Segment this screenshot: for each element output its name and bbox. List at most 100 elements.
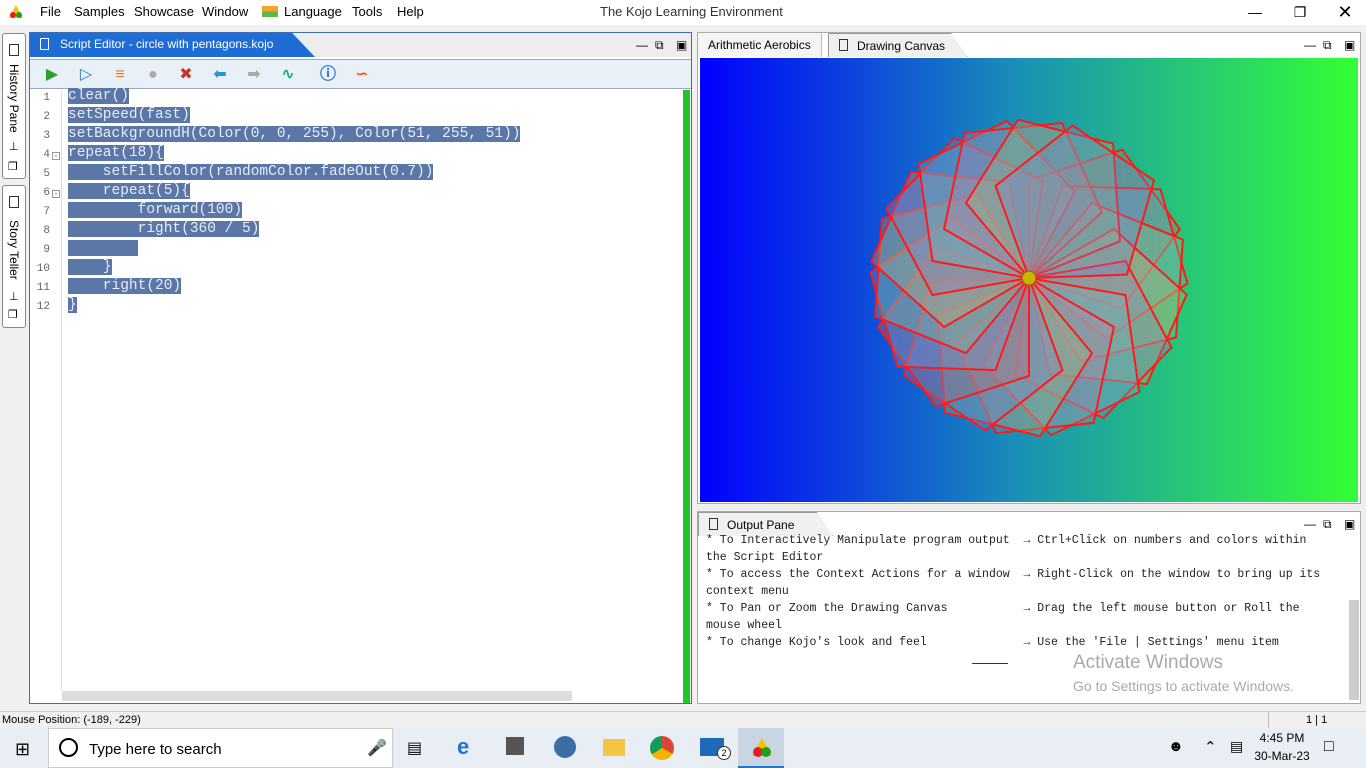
- page-icon: [9, 196, 19, 208]
- code-line[interactable]: repeat(5){: [68, 183, 190, 199]
- menu-file[interactable]: File: [40, 4, 61, 19]
- windows-start-icon[interactable]: ⊞: [15, 739, 30, 760]
- menu-window[interactable]: Window: [202, 4, 248, 19]
- code-line[interactable]: setSpeed(fast): [68, 107, 190, 123]
- redo-icon[interactable]: ➡: [244, 65, 264, 85]
- menu-tools[interactable]: Tools: [352, 4, 382, 19]
- code-line[interactable]: right(360 / 5): [68, 221, 260, 237]
- menu-showcase[interactable]: Showcase: [134, 4, 194, 19]
- chevron-up-icon[interactable]: ⌃: [1204, 738, 1217, 756]
- tab-drawing-canvas-label: Drawing Canvas: [857, 39, 946, 53]
- float-pane-icon[interactable]: ⧉: [1323, 38, 1332, 53]
- maximize-pane-icon[interactable]: ▣: [676, 38, 687, 52]
- task-view-icon[interactable]: ▤: [407, 738, 422, 758]
- mail-badge: 2: [717, 746, 731, 760]
- mouse-position: Mouse Position: (-189, -229): [2, 714, 141, 726]
- maximize-pane-icon[interactable]: ▣: [1344, 517, 1355, 531]
- output-pane: Output Pane — ⧉ ▣ * To Interactively Man…: [697, 511, 1361, 704]
- search-input[interactable]: Type here to search 🎤: [48, 728, 393, 768]
- close-button[interactable]: ✕: [1322, 0, 1366, 25]
- vertical-scrollbar[interactable]: [1349, 600, 1359, 700]
- line-number: 8: [43, 225, 50, 237]
- float-pane-icon[interactable]: ⧉: [655, 38, 664, 53]
- tab-script-editor[interactable]: Script Editor - circle with pentagons.ko…: [30, 33, 315, 57]
- undo-icon[interactable]: ⬅: [210, 65, 230, 85]
- menu-language[interactable]: Language: [284, 4, 342, 19]
- restore-icon[interactable]: ❐: [8, 160, 18, 173]
- code-line[interactable]: }: [68, 259, 112, 275]
- line-number: 2: [43, 111, 50, 123]
- tab-output-pane[interactable]: Output Pane: [698, 512, 833, 536]
- menu-samples[interactable]: Samples: [74, 4, 125, 19]
- taskbar: ⊞ Type here to search 🎤 ▤ e 2 ☻ ⌃ ▤ 4:45…: [0, 728, 1366, 768]
- output-line: the Script Editor: [706, 551, 824, 564]
- clock-date[interactable]: 30-Mar-23: [1250, 749, 1314, 763]
- step-icon[interactable]: ▷: [76, 65, 96, 85]
- minimize-pane-icon[interactable]: —: [636, 38, 648, 52]
- output-line: * To Pan or Zoom the Drawing Canvas → Dr…: [706, 602, 1300, 615]
- line-number: 10: [36, 263, 50, 275]
- script-editor: Script Editor - circle with pentagons.ko…: [29, 32, 692, 704]
- trace-icon[interactable]: ≡: [110, 65, 130, 85]
- history-pane-tab[interactable]: History Pane ⊥ ❐: [2, 33, 26, 179]
- window-title: The Kojo Learning Environment: [600, 4, 783, 19]
- stop-icon[interactable]: ●: [143, 65, 163, 85]
- people-icon[interactable]: ☻: [1168, 738, 1184, 755]
- drawing-canvas[interactable]: [700, 58, 1358, 502]
- output-line: * To change Kojo's look and feel → Use t…: [706, 636, 1279, 649]
- line-number: 3: [43, 130, 50, 142]
- minimize-pane-icon[interactable]: —: [1304, 517, 1316, 531]
- format-icon[interactable]: ∿: [278, 65, 298, 85]
- code-line[interactable]: forward(100): [68, 202, 243, 218]
- clock-time[interactable]: 4:45 PM: [1252, 731, 1312, 745]
- minimize-button[interactable]: —: [1232, 0, 1278, 25]
- menu-help[interactable]: Help: [397, 4, 424, 19]
- tab-arithmetic-aerobics[interactable]: Arithmetic Aerobics: [698, 33, 822, 57]
- code-line[interactable]: }: [68, 297, 77, 313]
- tab-drawing-canvas[interactable]: Drawing Canvas: [828, 33, 968, 57]
- editor-tabbar: Script Editor - circle with pentagons.ko…: [30, 33, 691, 57]
- kojo-app-icon: [751, 737, 773, 759]
- kojo-logo-icon: [8, 4, 24, 20]
- story-teller-label: Story Teller: [7, 220, 21, 280]
- output-line: * To Interactively Manipulate program ou…: [706, 534, 1307, 547]
- chrome-icon[interactable]: [650, 736, 674, 760]
- run-icon[interactable]: ▶: [42, 65, 62, 85]
- cursor-position: 1 | 1: [1306, 714, 1328, 726]
- restore-icon[interactable]: ❐: [8, 308, 18, 321]
- pin-icon[interactable]: ⊥: [9, 290, 19, 303]
- turtle-icon: [1021, 270, 1037, 286]
- code-line[interactable]: [68, 240, 138, 256]
- code-line[interactable]: repeat(18){: [68, 145, 164, 161]
- maximize-pane-icon[interactable]: ▣: [1344, 38, 1355, 52]
- share-icon[interactable]: ∽: [352, 65, 372, 85]
- minimize-pane-icon[interactable]: —: [1304, 38, 1316, 52]
- output-line: context menu: [706, 585, 789, 598]
- output-line: mouse wheel: [706, 619, 782, 632]
- code-line[interactable]: setBackgroundH(Color(0, 0, 255), Color(5…: [68, 126, 521, 142]
- microphone-icon[interactable]: 🎤: [367, 738, 387, 758]
- activate-windows-subtitle: Go to Settings to activate Windows.: [1073, 678, 1294, 694]
- search-icon: [59, 738, 78, 757]
- code-line[interactable]: clear(): [68, 88, 129, 104]
- language-icon: [262, 6, 278, 17]
- fold-toggle[interactable]: -: [52, 152, 60, 160]
- edge-icon[interactable]: e: [457, 734, 469, 760]
- photos-icon[interactable]: [554, 736, 576, 758]
- code-line[interactable]: right(20): [68, 278, 182, 294]
- pin-icon[interactable]: ⊥: [9, 140, 19, 153]
- file-explorer-icon[interactable]: [603, 739, 625, 756]
- run-status-bar: [683, 90, 690, 703]
- help-icon[interactable]: ⓘ: [318, 65, 338, 85]
- horizontal-scrollbar[interactable]: [62, 691, 572, 701]
- notifications-icon[interactable]: □: [1324, 738, 1334, 756]
- float-pane-icon[interactable]: ⧉: [1323, 517, 1332, 532]
- code-line[interactable]: setFillColor(randomColor.fadeOut(0.7)): [68, 164, 434, 180]
- network-icon[interactable]: ▤: [1230, 738, 1243, 755]
- maximize-button[interactable]: ❐: [1277, 0, 1323, 25]
- story-teller-tab[interactable]: Story Teller ⊥ ❐: [2, 185, 26, 328]
- store-icon[interactable]: [506, 737, 524, 755]
- page-icon: [40, 38, 49, 50]
- clear-icon[interactable]: ✖: [176, 65, 196, 85]
- fold-toggle[interactable]: -: [52, 190, 60, 198]
